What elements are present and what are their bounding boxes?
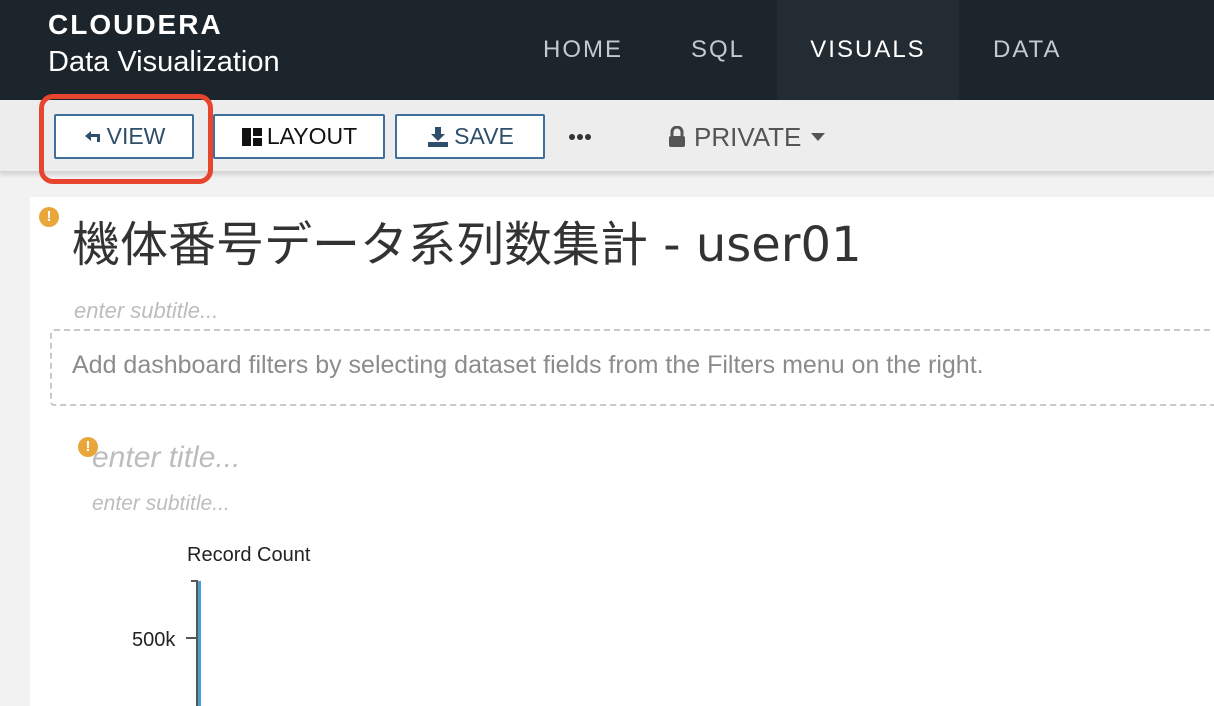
caret-down-icon — [811, 133, 826, 141]
chart-area — [186, 580, 201, 706]
save-button[interactable]: SAVE — [395, 114, 545, 159]
brand-logo[interactable]: CLOUDERA Data Visualization — [48, 10, 280, 80]
layout-icon — [241, 127, 263, 147]
save-button-label: SAVE — [454, 123, 514, 149]
view-button-highlight — [39, 94, 213, 184]
ellipsis-icon — [569, 134, 591, 140]
bar-series[interactable] — [198, 581, 201, 706]
brand-product: Data Visualization — [48, 46, 280, 78]
nav-tab-visuals[interactable]: VISUALS — [777, 0, 959, 105]
warning-icon[interactable]: ! — [39, 207, 59, 227]
visual-subtitle-input[interactable]: enter subtitle... — [92, 491, 230, 517]
dashboard-title[interactable]: 機体番号データ系列数集計 - user01 — [72, 216, 862, 274]
dashboard-subtitle-input[interactable]: enter subtitle... — [74, 297, 218, 325]
visual-title-input[interactable]: enter title... — [92, 440, 240, 476]
privacy-dropdown[interactable]: PRIVATE — [668, 120, 826, 154]
layout-button-label: LAYOUT — [266, 123, 358, 149]
privacy-label: PRIVATE — [694, 121, 802, 152]
nav-tab-sql[interactable]: SQL — [691, 0, 745, 100]
more-options-button[interactable] — [567, 122, 593, 152]
y-tick-label: 500k — [132, 629, 176, 651]
download-icon — [426, 126, 450, 148]
nav-tab-home[interactable]: HOME — [543, 0, 623, 100]
filter-hint-text: Add dashboard filters by selecting datas… — [72, 351, 984, 379]
lock-icon — [668, 126, 686, 148]
brand-name: CLOUDERA — [48, 9, 223, 40]
y-axis-label: Record Count — [187, 544, 311, 566]
top-nav-bar: CLOUDERA Data Visualization HOME SQL VIS… — [0, 0, 1214, 105]
nav-tab-data[interactable]: DATA — [993, 0, 1061, 100]
app-window: CLOUDERA Data Visualization HOME SQL VIS… — [0, 0, 1214, 706]
layout-button[interactable]: LAYOUT — [213, 114, 385, 159]
